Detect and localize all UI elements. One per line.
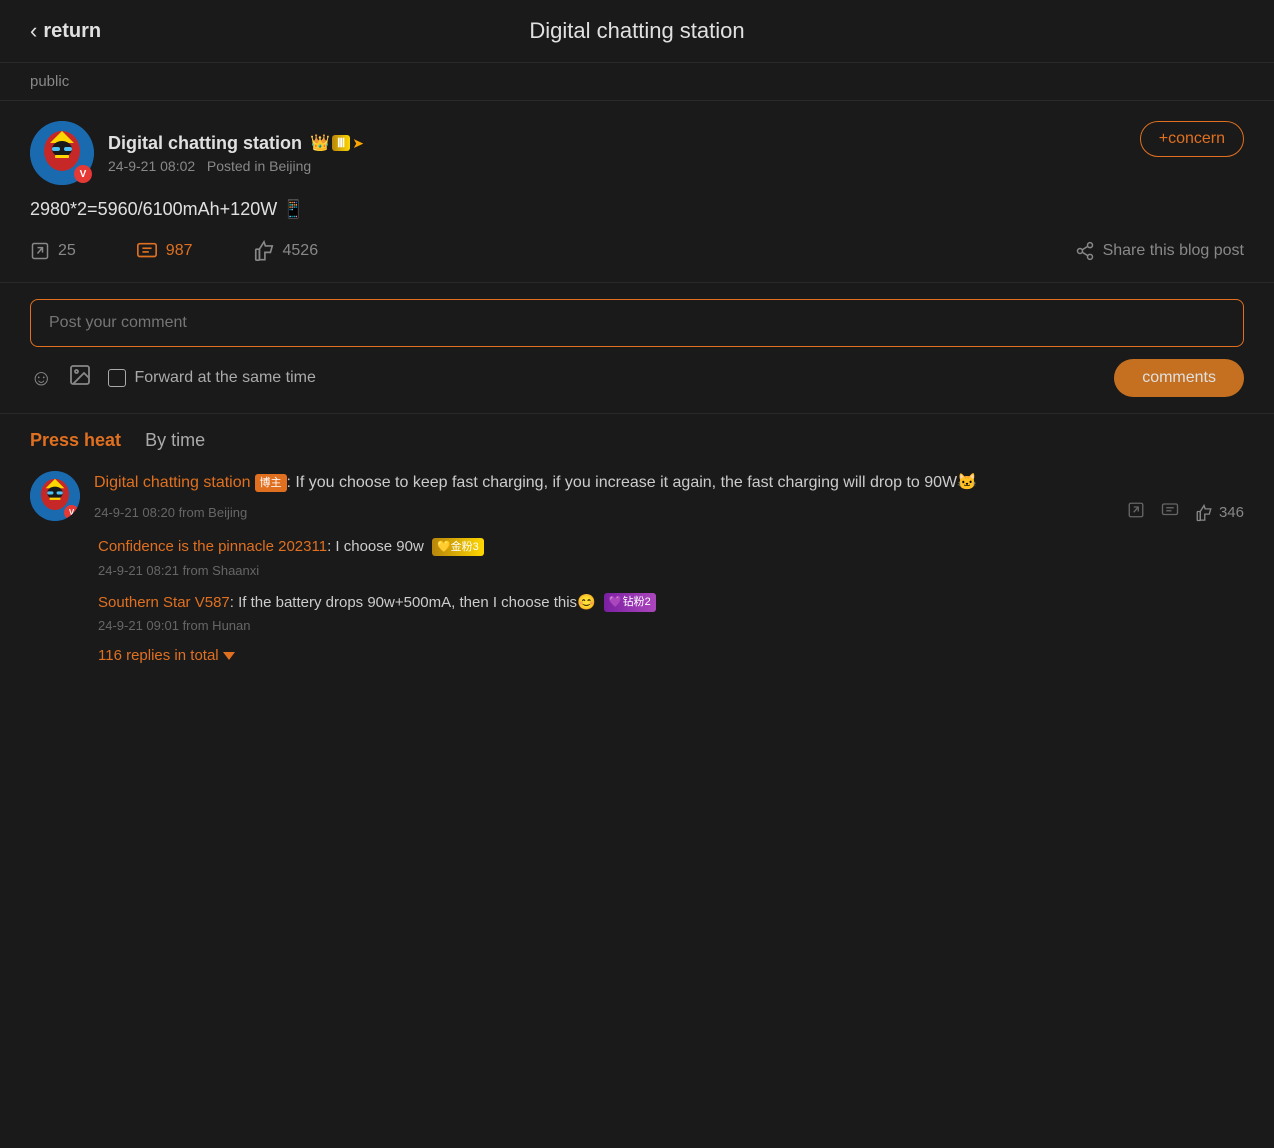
share-icon <box>30 241 50 261</box>
vip-badge: V <box>74 165 92 183</box>
reply-item: Southern Star V587: If the battery drops… <box>98 592 1244 634</box>
header: ‹ return Digital chatting station <box>0 0 1274 63</box>
share-blog-icon <box>1075 241 1095 261</box>
reply-author[interactable]: Southern Star V587 <box>98 594 230 611</box>
comment-time: 24-9-21 08:20 from Beijing <box>94 505 247 520</box>
replies-count-label: 116 replies in total <box>98 647 219 664</box>
submit-comment-button[interactable]: comments <box>1114 359 1244 397</box>
forward-label: Forward at the same time <box>134 369 315 387</box>
comment-count-action[interactable]: 987 <box>136 240 193 262</box>
comment-input[interactable] <box>30 299 1244 347</box>
author-name: Digital chatting station <box>108 133 302 154</box>
share-blog-action[interactable]: Share this blog post <box>1075 241 1244 261</box>
comment-item: V Digital chatting station博主: If you cho… <box>30 471 1244 664</box>
forward-checkbox[interactable] <box>108 369 126 387</box>
reply-author[interactable]: Confidence is the pinnacle 202311 <box>98 538 327 555</box>
comment-vip-badge: V <box>64 505 79 520</box>
back-chevron-icon: ‹ <box>30 18 37 44</box>
like-count: 4526 <box>283 242 319 260</box>
like-icon <box>253 240 275 262</box>
comment-count: 987 <box>166 242 193 260</box>
comments-area: Press heat By time V Digital chatting st… <box>0 414 1274 700</box>
arrow-badge: ➤ <box>352 135 364 152</box>
author-info: Digital chatting station 👑 Ⅲ ➤ 24-9-21 0… <box>108 133 364 174</box>
crown-icon: 👑 <box>310 133 330 153</box>
blogger-tag: 博主 <box>255 474 287 493</box>
comment-icon <box>136 240 158 262</box>
emoji-icon[interactable]: ☺ <box>30 365 52 391</box>
back-label: return <box>43 20 101 43</box>
comment-text: Digital chatting station博主: If you choos… <box>94 471 1244 495</box>
post-text: 2980*2=5960/6100mAh+120W 📱 <box>30 199 305 220</box>
post-date: 24-9-21 08:02 <box>108 158 195 174</box>
comment-body: Digital chatting station博主: If you choos… <box>94 471 1244 664</box>
comment-avatar: V <box>30 471 80 521</box>
expand-replies-icon <box>223 652 235 660</box>
post-header: V Digital chatting station 👑 Ⅲ ➤ 24-9-21… <box>30 121 1244 185</box>
comment-actions: 346 <box>1127 501 1244 524</box>
reply-item: Confidence is the pinnacle 202311: I cho… <box>98 536 1244 578</box>
reply-text: Confidence is the pinnacle 202311: I cho… <box>98 536 1244 559</box>
level-badge: Ⅲ <box>332 135 350 151</box>
diamond-fan-badge: 💜钻粉2 <box>604 593 656 612</box>
crown-badge: 👑 Ⅲ ➤ <box>310 133 364 153</box>
replies-section: Confidence is the pinnacle 202311: I cho… <box>98 536 1244 664</box>
comment-author[interactable]: Digital chatting station <box>94 474 251 491</box>
reply-time: 24-9-21 08:21 from Shaanxi <box>98 563 1244 578</box>
comment-reply-icon[interactable] <box>1161 501 1179 524</box>
author-section: V Digital chatting station 👑 Ⅲ ➤ 24-9-21… <box>30 121 364 185</box>
image-icon[interactable] <box>68 363 92 393</box>
tab-by-time[interactable]: By time <box>145 430 205 451</box>
post-meta: 24-9-21 08:02 Posted in Beijing <box>108 158 364 174</box>
comment-share-icon[interactable] <box>1127 501 1145 524</box>
replies-count[interactable]: 116 replies in total <box>98 647 1244 664</box>
back-button[interactable]: ‹ return <box>30 18 101 44</box>
post-card: V Digital chatting station 👑 Ⅲ ➤ 24-9-21… <box>0 101 1274 283</box>
author-name-row: Digital chatting station 👑 Ⅲ ➤ <box>108 133 364 154</box>
like-count-action[interactable]: 4526 <box>253 240 319 262</box>
sort-tabs: Press heat By time <box>30 430 1244 451</box>
share-count-action[interactable]: 25 <box>30 241 76 261</box>
comment-meta: 24-9-21 08:20 from Beijing <box>94 501 1244 524</box>
post-location: Posted in Beijing <box>207 158 311 174</box>
comment-like-count: 346 <box>1219 504 1244 521</box>
header-title: Digital chatting station <box>529 18 744 44</box>
forward-checkbox-label[interactable]: Forward at the same time <box>108 369 315 387</box>
reply-text: Southern Star V587: If the battery drops… <box>98 592 1244 615</box>
tab-press-heat[interactable]: Press heat <box>30 430 121 451</box>
comment-likes[interactable]: 346 <box>1195 504 1244 522</box>
share-blog-label: Share this blog post <box>1103 242 1244 260</box>
visibility-tag: public <box>0 63 1274 101</box>
share-count: 25 <box>58 242 76 260</box>
comment-section: ☺ Forward at the same time comments <box>0 283 1274 414</box>
comment-toolbar: ☺ Forward at the same time comments <box>30 359 1244 397</box>
reply-time: 24-9-21 09:01 from Hunan <box>98 618 1244 633</box>
post-actions: 25 987 4526 Share th <box>30 240 1244 262</box>
post-content: 2980*2=5960/6100mAh+120W 📱 <box>30 199 1244 220</box>
concern-button[interactable]: +concern <box>1140 121 1244 157</box>
gold-fan-badge: 💛金粉3 <box>432 538 484 557</box>
avatar-wrapper: V <box>30 121 94 185</box>
